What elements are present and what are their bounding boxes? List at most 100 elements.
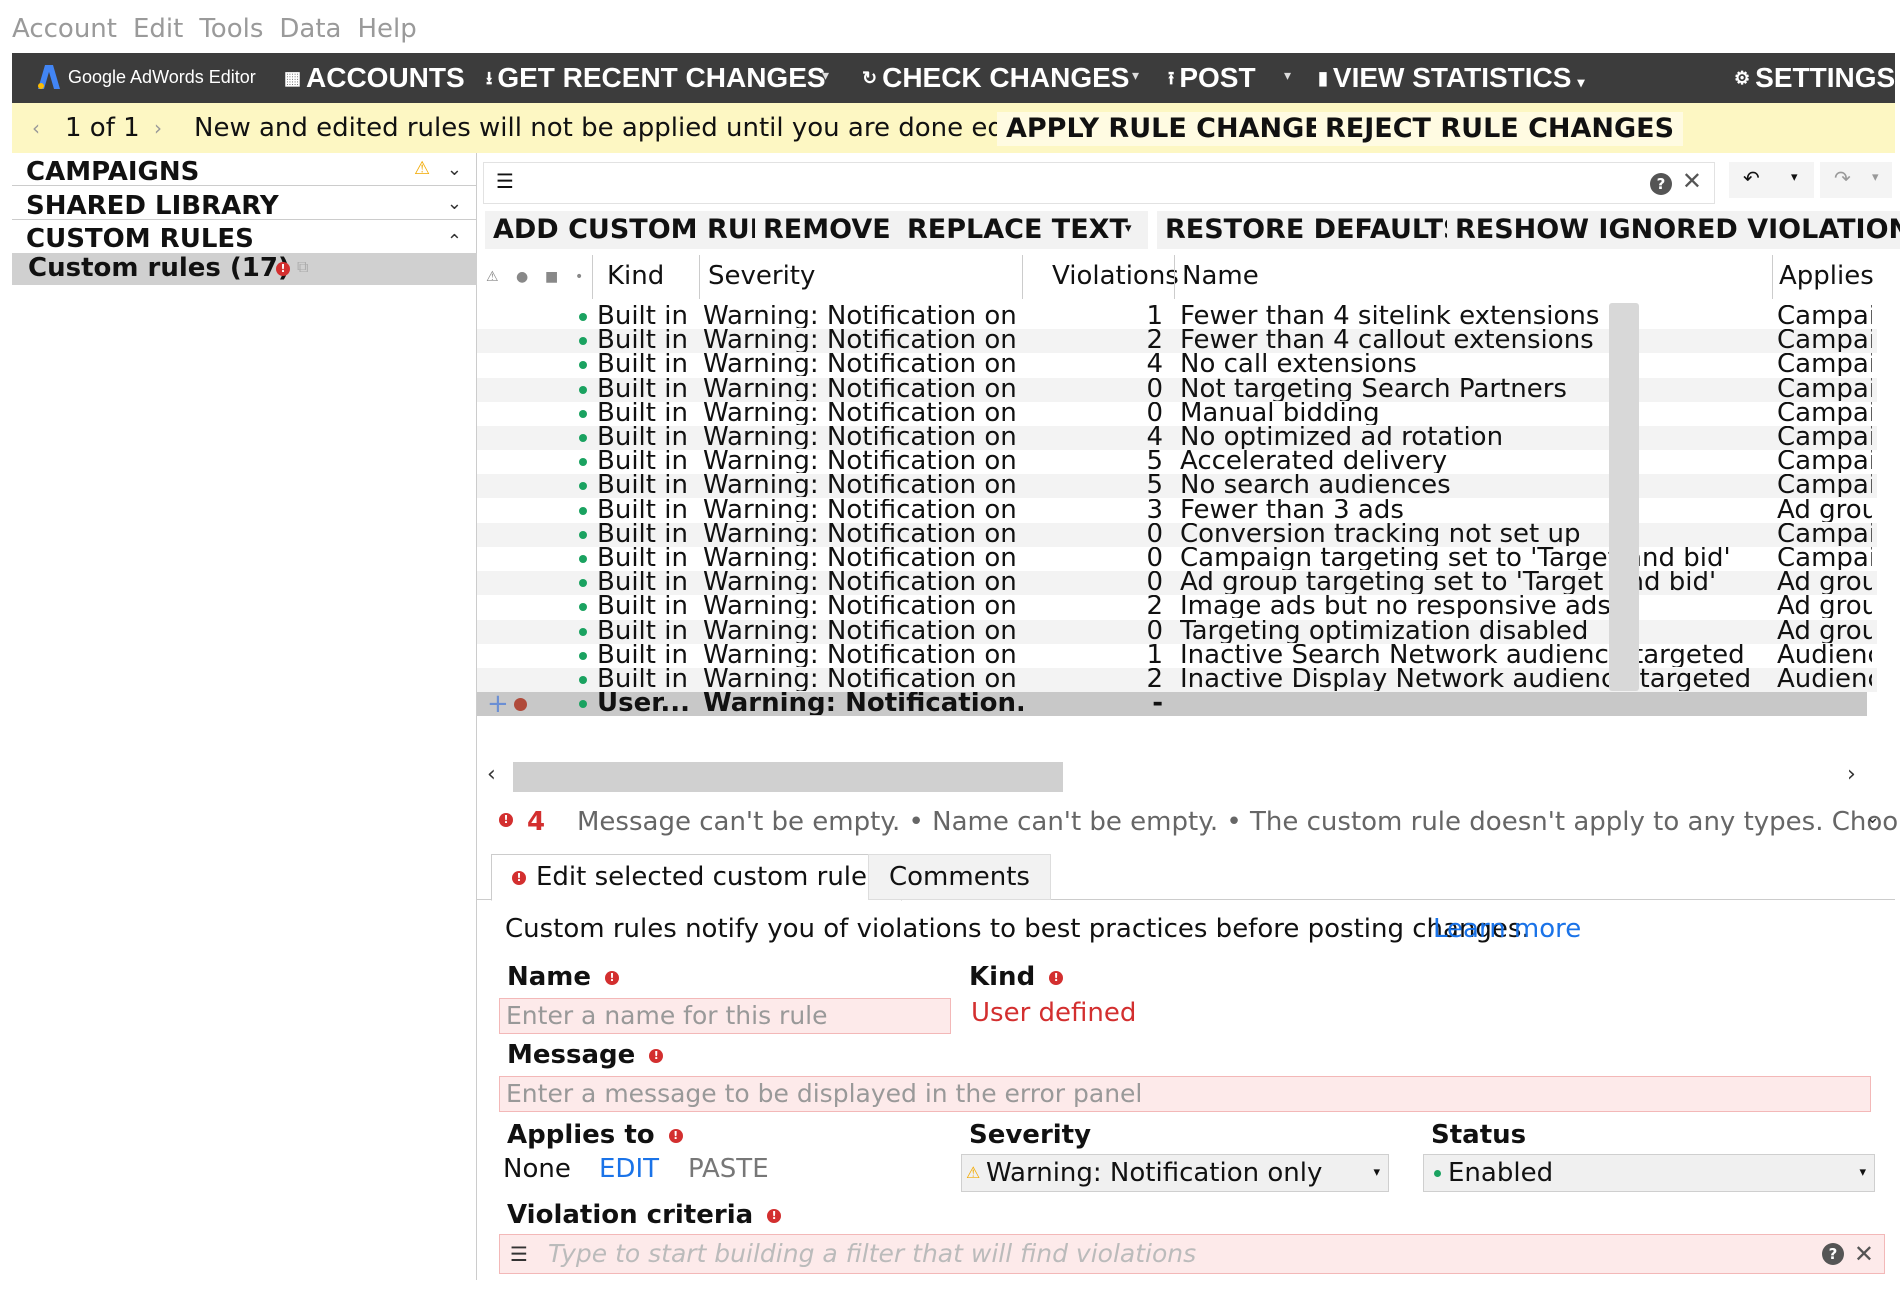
custom-rules-item[interactable]: Custom rules (17) ! ⧉	[12, 253, 477, 285]
restore-defaults-button[interactable]: RESTORE DEFAULTS	[1157, 211, 1471, 249]
cell-severity: Warning: Notification only	[703, 450, 1015, 474]
table-row[interactable]: Built in Warning: Notification only 2 Inact…	[477, 668, 1877, 692]
add-row-icon[interactable]: +	[487, 692, 509, 716]
error-count: 4	[527, 807, 546, 837]
tab-edit-selected[interactable]: ! Edit selected custom rules	[491, 854, 902, 901]
cell-name: Conversion tracking not set up	[1180, 522, 1581, 546]
view-statistics-dropdown[interactable]: ▾	[1577, 74, 1584, 90]
chevron-up-icon[interactable]: ⌃	[447, 231, 462, 252]
scroll-left-icon[interactable]: ‹	[487, 762, 496, 787]
replace-text-button[interactable]: REPLACE TEXT	[899, 211, 1148, 249]
table-row[interactable]: Built in Warning: Notification only 5 No se…	[477, 474, 1877, 499]
reshow-ignored-violations-button[interactable]: RESHOW IGNORED VIOLATIONS	[1447, 211, 1900, 249]
warning-column-icon[interactable]: ⚠	[486, 269, 499, 285]
table-row[interactable]: Built in Warning: Notification only 1 Fewer…	[477, 305, 1877, 329]
table-filter-bar[interactable]: ☰ ? ✕	[483, 162, 1715, 204]
table-row[interactable]: Built in Warning: Notification only 0 Manua…	[477, 402, 1877, 426]
scroll-right-icon[interactable]: ›	[1847, 762, 1856, 787]
table-row[interactable]: Built in Warning: Notification only 0 Conve…	[477, 522, 1877, 547]
table-row[interactable]: Built in Warning: Notification only 0 Not t…	[477, 377, 1877, 402]
table-row[interactable]: Built in Warning: Notification only 0 Campa…	[477, 547, 1877, 571]
close-icon[interactable]: ✕	[1682, 167, 1702, 195]
menu-account[interactable]: Account	[12, 14, 117, 54]
remove-button[interactable]: REMOVE	[755, 211, 899, 249]
reject-rule-changes-button[interactable]: REJECT RULE CHANGES	[1316, 112, 1684, 146]
column-divider	[1174, 255, 1175, 299]
comment-column-icon[interactable]: ■	[545, 269, 558, 285]
check-changes-dropdown[interactable]: ▾	[1132, 67, 1139, 84]
external-link-icon[interactable]: ⧉	[297, 257, 308, 277]
add-custom-rule-button[interactable]: ADD CUSTOM RULE	[485, 211, 794, 249]
menu-help[interactable]: Help	[358, 14, 417, 54]
table-row[interactable]: Built in Warning: Notification only 0 Targe…	[477, 619, 1877, 644]
menu-edit[interactable]: Edit	[133, 14, 183, 54]
post-dropdown[interactable]: ▾	[1284, 67, 1291, 84]
column-violations[interactable]: Violations	[1052, 261, 1179, 291]
table-row-selected[interactable]: + User... Warning: Notification... -	[477, 692, 1867, 717]
undo-dropdown-icon[interactable]: ▾	[1791, 170, 1798, 185]
replace-text-dropdown-icon[interactable]: ▾	[1125, 221, 1132, 236]
error-status-bar[interactable]: ! 4 Message can't be empty. • Name can't…	[477, 797, 1900, 847]
name-input[interactable]: Enter a name for this rule	[499, 998, 951, 1034]
chevron-down-icon[interactable]: ⌄	[1865, 807, 1880, 828]
table-row[interactable]: Built in Warning: Notification only 3 Fewer…	[477, 499, 1877, 523]
cell-applies: Campaign	[1777, 522, 1872, 546]
error-column-icon[interactable]: ●	[516, 269, 528, 285]
table-row[interactable]: Built in Warning: Notification only 2 Image…	[477, 595, 1877, 619]
table-row[interactable]: Built in Warning: Notification only 1 Inact…	[477, 644, 1877, 668]
table-row[interactable]: Built in Warning: Notification only 2 Fewer…	[477, 329, 1877, 354]
message-input[interactable]: Enter a message to be displayed in the e…	[499, 1076, 1871, 1112]
redo-button[interactable]: ↷ ▾	[1820, 162, 1892, 198]
nav-campaigns[interactable]: CAMPAIGNS	[26, 157, 199, 187]
scrollbar-thumb[interactable]	[513, 762, 1063, 792]
edit-applies-button[interactable]: EDIT	[599, 1154, 659, 1184]
accounts-button[interactable]: ▦ ACCOUNTS	[284, 62, 465, 94]
filter-icon: ☰	[496, 169, 514, 193]
close-icon[interactable]: ✕	[1854, 1235, 1874, 1273]
post-button[interactable]: ⭱ POST	[1168, 62, 1256, 99]
horizontal-scrollbar[interactable]: ‹ ›	[477, 760, 1877, 796]
table-row[interactable]: Built in Warning: Notification only 4 No op…	[477, 426, 1877, 450]
table-row[interactable]: Built in Warning: Notification only 5 Accel…	[477, 450, 1877, 474]
table-row[interactable]: Built in Warning: Notification only 4 No ca…	[477, 353, 1877, 377]
tab-comments[interactable]: Comments	[868, 854, 1051, 900]
menu-data[interactable]: Data	[279, 14, 341, 54]
get-recent-changes-dropdown[interactable]: ▾	[822, 67, 829, 84]
download-icon: ⭳	[486, 68, 493, 88]
undo-button[interactable]: ↶ ▾	[1729, 162, 1814, 198]
help-icon[interactable]: ?	[1650, 173, 1672, 195]
column-severity[interactable]: Severity	[708, 261, 815, 291]
nav-shared-library[interactable]: SHARED LIBRARY	[26, 191, 279, 221]
column-applies[interactable]: Applies	[1779, 261, 1874, 291]
severity-select[interactable]: ⚠ Warning: Notification only ▾	[961, 1154, 1389, 1192]
chevron-down-icon[interactable]: ⌄	[447, 159, 462, 180]
get-recent-changes-button[interactable]: ⭳ GET RECENT CHANGES	[486, 62, 826, 99]
apply-rule-changes-button[interactable]: APPLY RULE CHANGES	[997, 112, 1352, 146]
help-icon[interactable]: ?	[1822, 1243, 1844, 1265]
next-icon[interactable]: ›	[154, 116, 162, 140]
severity-label: Severity	[969, 1120, 1092, 1150]
custom-rules-table: ⚠ ● ■ • Kind Severity Violations Name Ap…	[477, 255, 1895, 795]
bar-chart-icon: ▮	[1318, 68, 1328, 88]
enabled-dot-icon	[579, 458, 587, 467]
table-row[interactable]: Built in Warning: Notification only 0 Ad gr…	[477, 571, 1877, 596]
left-nav-panel: CAMPAIGNS ⚠ ⌄ SHARED LIBRARY ⌄ CUSTOM RU…	[12, 153, 477, 1280]
column-name[interactable]: Name	[1182, 261, 1259, 291]
redo-dropdown-icon[interactable]: ▾	[1872, 170, 1879, 185]
prev-icon[interactable]: ‹	[32, 116, 40, 140]
violation-criteria-input[interactable]: ☰ Type to start building a filter that w…	[499, 1234, 1885, 1274]
view-statistics-button[interactable]: ▮ VIEW STATISTICS ▾	[1318, 62, 1584, 94]
status-column-icon[interactable]: •	[575, 269, 583, 285]
error-icon: !	[499, 813, 513, 827]
check-changes-button[interactable]: ↻ CHECK CHANGES	[862, 62, 1129, 94]
status-select[interactable]: Enabled ▾	[1423, 1154, 1875, 1192]
nav-custom-rules[interactable]: CUSTOM RULES	[26, 224, 254, 254]
menu-tools[interactable]: Tools	[199, 14, 263, 54]
settings-label: SETTINGS	[1755, 62, 1896, 93]
column-kind[interactable]: Kind	[607, 261, 664, 291]
learn-more-link[interactable]: Learn more	[1433, 914, 1581, 944]
paste-button[interactable]: PASTE	[688, 1154, 769, 1184]
settings-button[interactable]: ⚙ SETTINGS	[1734, 62, 1895, 94]
cell-severity: Warning: Notification only	[703, 329, 1015, 353]
chevron-down-icon[interactable]: ⌄	[447, 193, 462, 214]
